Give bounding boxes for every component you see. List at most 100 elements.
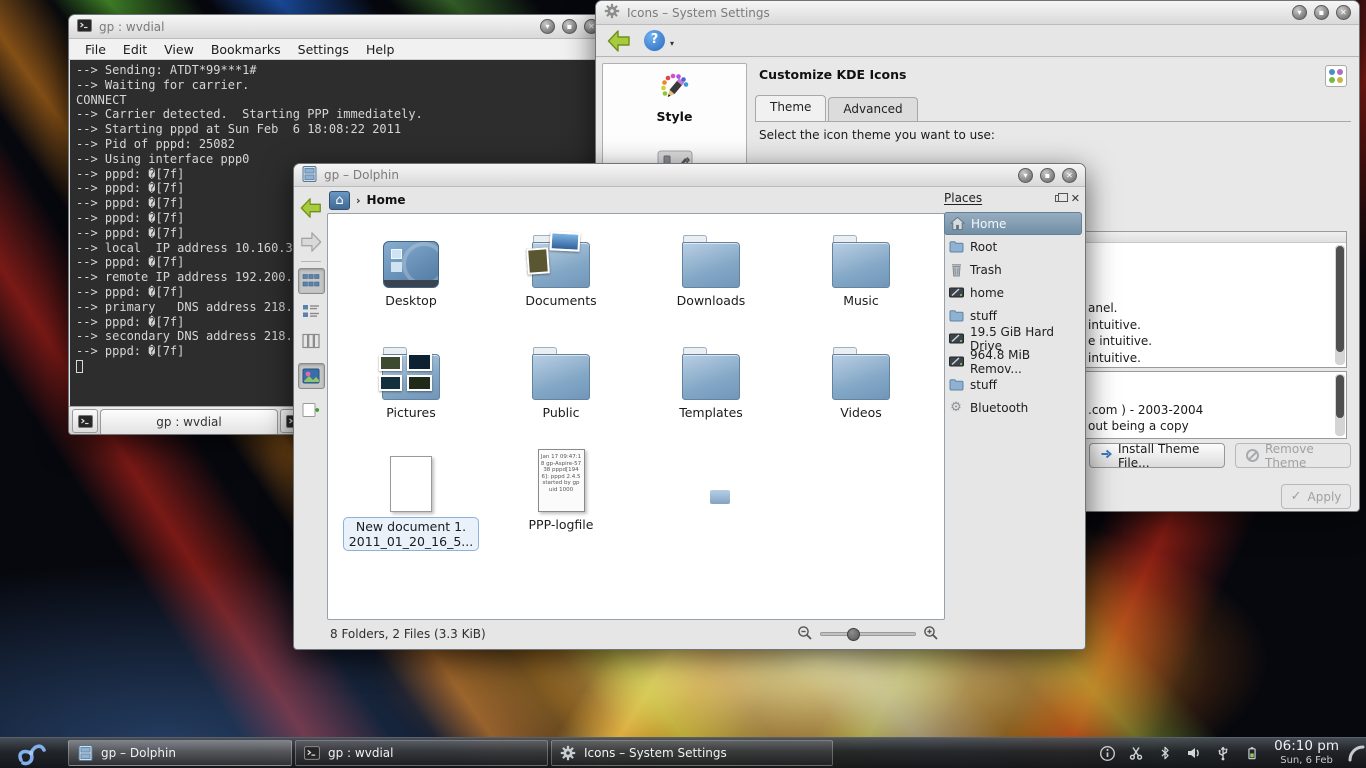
settings-close-button[interactable]: ✕	[1336, 5, 1351, 20]
folder-item-desktop[interactable]: Desktop	[336, 220, 486, 332]
settings-minimize-button[interactable]: ▾	[1292, 5, 1307, 20]
sidebar-item-style[interactable]: Style	[603, 64, 746, 124]
folder-item-pictures[interactable]: Pictures	[336, 332, 486, 444]
terminal-cursor	[76, 360, 83, 373]
preview-toggle-button[interactable]	[298, 363, 325, 389]
tab-divider	[755, 121, 1351, 122]
clock-widget[interactable]: 06:10 pm Sun, 6 Feb	[1274, 739, 1339, 766]
terminal-menu-view[interactable]: View	[164, 42, 194, 57]
folder-icon	[532, 354, 590, 400]
folder-icon	[948, 239, 964, 255]
zoom-out-icon[interactable]	[797, 625, 813, 644]
battery-icon[interactable]	[1243, 744, 1261, 762]
remove-theme-button[interactable]: Remove Theme	[1235, 443, 1351, 468]
folder-icon	[682, 354, 740, 400]
columns-view-button[interactable]	[298, 328, 325, 354]
description-scrollbar[interactable]	[1335, 374, 1345, 436]
places-title: Places	[944, 191, 982, 205]
apply-button[interactable]: ✓ Apply	[1281, 484, 1351, 509]
terminal-maximize-button[interactable]: ▪	[562, 19, 577, 34]
terminal-menu-bookmarks[interactable]: Bookmarks	[211, 42, 281, 57]
klipper-icon[interactable]	[1127, 744, 1145, 762]
text-preview-icon: Jan 17 09:47:18 gp-Aspire-5738 pppd[1946…	[538, 449, 585, 512]
file-item-label: New document 1.2011_01_20_16_5...	[343, 517, 479, 551]
places-item-trash[interactable]: Trash	[944, 258, 1082, 281]
new-tab-button[interactable]	[72, 409, 98, 433]
folder-item-label: Downloads	[677, 293, 746, 308]
details-view-button[interactable]	[298, 298, 325, 324]
tab-theme[interactable]: Theme	[755, 95, 826, 121]
bluetooth-icon[interactable]	[1156, 744, 1174, 762]
usb-icon[interactable]	[1214, 744, 1232, 762]
taskbar-task-gp-wvdial[interactable]: gp : wvdial	[295, 740, 548, 766]
terminal-titlebar[interactable]: gp : wvdial ▾ ▪ ✕	[69, 15, 607, 39]
breadcrumb-home-icon[interactable]: ⌂	[329, 191, 350, 210]
back-arrow-icon[interactable]	[604, 28, 634, 54]
folder-item-public[interactable]: Public	[486, 332, 636, 444]
info-icon[interactable]	[1098, 744, 1116, 762]
folder-view[interactable]: DesktopDocuments Downloads Music PicturesPu…	[327, 213, 945, 620]
places-item-label: Trash	[970, 263, 1002, 277]
dolphin-window-title: gp – Dolphin	[324, 168, 399, 182]
terminal-tab[interactable]: gp : wvdial	[100, 409, 278, 434]
folder-item-documents[interactable]: Documents	[486, 220, 636, 332]
places-item-bluetooth[interactable]: ⚙Bluetooth	[944, 396, 1082, 419]
taskbar-panel: gp – Dolphingp : wvdialIcons – System Se…	[0, 737, 1366, 768]
folder-item-templates[interactable]: Templates	[636, 332, 786, 444]
taskbar-task-gp-dolphin[interactable]: gp – Dolphin	[68, 740, 292, 766]
volume-icon[interactable]	[1185, 744, 1203, 762]
dolphin-titlebar[interactable]: gp – Dolphin ▾ ▪ ✕	[294, 164, 1085, 187]
help-icon[interactable]: ?	[644, 30, 665, 51]
panel-cashew-icon[interactable]	[1346, 739, 1366, 767]
folder-item-downloads[interactable]: Downloads	[636, 220, 786, 332]
clock-time: 06:10 pm	[1274, 739, 1339, 755]
file-item-ppp-logfile[interactable]: Jan 17 09:47:18 gp-Aspire-5738 pppd[1946…	[486, 444, 636, 564]
folder-icon	[948, 377, 964, 393]
dolphin-icon	[76, 744, 94, 762]
places-item-label: stuff	[970, 378, 997, 392]
folder-item-videos[interactable]: Videos	[786, 332, 936, 444]
gear-icon	[559, 744, 577, 762]
folder-photos-icon	[382, 354, 440, 400]
page-title: Customize KDE Icons	[759, 67, 906, 82]
terminal-menu-help[interactable]: Help	[366, 42, 395, 57]
dolphin-minimize-button[interactable]: ▾	[1018, 168, 1033, 183]
zoom-slider[interactable]	[820, 632, 916, 636]
file-item-new-document-1[interactable]: New document 1.2011_01_20_16_5...	[336, 444, 486, 564]
terminal-menu-edit[interactable]: Edit	[123, 42, 147, 57]
places-item-stuff[interactable]: stuff	[944, 373, 1082, 396]
taskbar-task-icons-system-settings[interactable]: Icons – System Settings	[551, 740, 833, 766]
terminal-menu-settings[interactable]: Settings	[298, 42, 349, 57]
tab-advanced[interactable]: Advanced	[828, 97, 917, 121]
icons-view-button[interactable]	[298, 268, 325, 294]
app-launcher-icon[interactable]	[0, 738, 62, 768]
places-item-home[interactable]: Home	[944, 212, 1082, 235]
forward-button[interactable]	[298, 229, 325, 255]
zoom-slider-thumb[interactable]	[847, 628, 860, 641]
settings-titlebar[interactable]: Icons – System Settings ▾ ▪ ✕	[596, 1, 1359, 25]
detach-panel-icon[interactable]	[1055, 195, 1063, 202]
terminal-minimize-button[interactable]: ▾	[540, 19, 555, 34]
back-button[interactable]	[298, 195, 325, 221]
folder-images-icon	[532, 242, 590, 288]
breadcrumb-location[interactable]: Home	[367, 193, 406, 207]
dolphin-close-button[interactable]: ✕	[1062, 168, 1077, 183]
dolphin-maximize-button[interactable]: ▪	[1040, 168, 1055, 183]
settings-maximize-button[interactable]: ▪	[1314, 5, 1329, 20]
drive-icon	[948, 354, 964, 370]
folder-item-music[interactable]: Music	[786, 220, 936, 332]
places-item-home[interactable]: home	[944, 281, 1082, 304]
gear-icon: ⚙	[948, 400, 964, 416]
zoom-in-icon[interactable]	[923, 625, 939, 644]
install-theme-button[interactable]: Install Theme File...	[1089, 443, 1225, 468]
places-item-root[interactable]: Root	[944, 235, 1082, 258]
icon-sizes-icon[interactable]	[1325, 65, 1347, 87]
split-view-button[interactable]	[298, 397, 325, 423]
dolphin-window: gp – Dolphin ▾ ▪ ✕ ⌂ › Home	[293, 163, 1086, 650]
places-item-964-8-mib-remov[interactable]: 964.8 MiB Remov...	[944, 350, 1082, 373]
terminal-tab-label: gp : wvdial	[156, 415, 221, 429]
close-panel-icon[interactable]: ✕	[1071, 192, 1080, 205]
theme-list-scrollbar[interactable]	[1335, 245, 1345, 365]
terminal-menu-file[interactable]: File	[85, 42, 106, 57]
theme-list-line: e intuitive.	[1088, 333, 1152, 350]
